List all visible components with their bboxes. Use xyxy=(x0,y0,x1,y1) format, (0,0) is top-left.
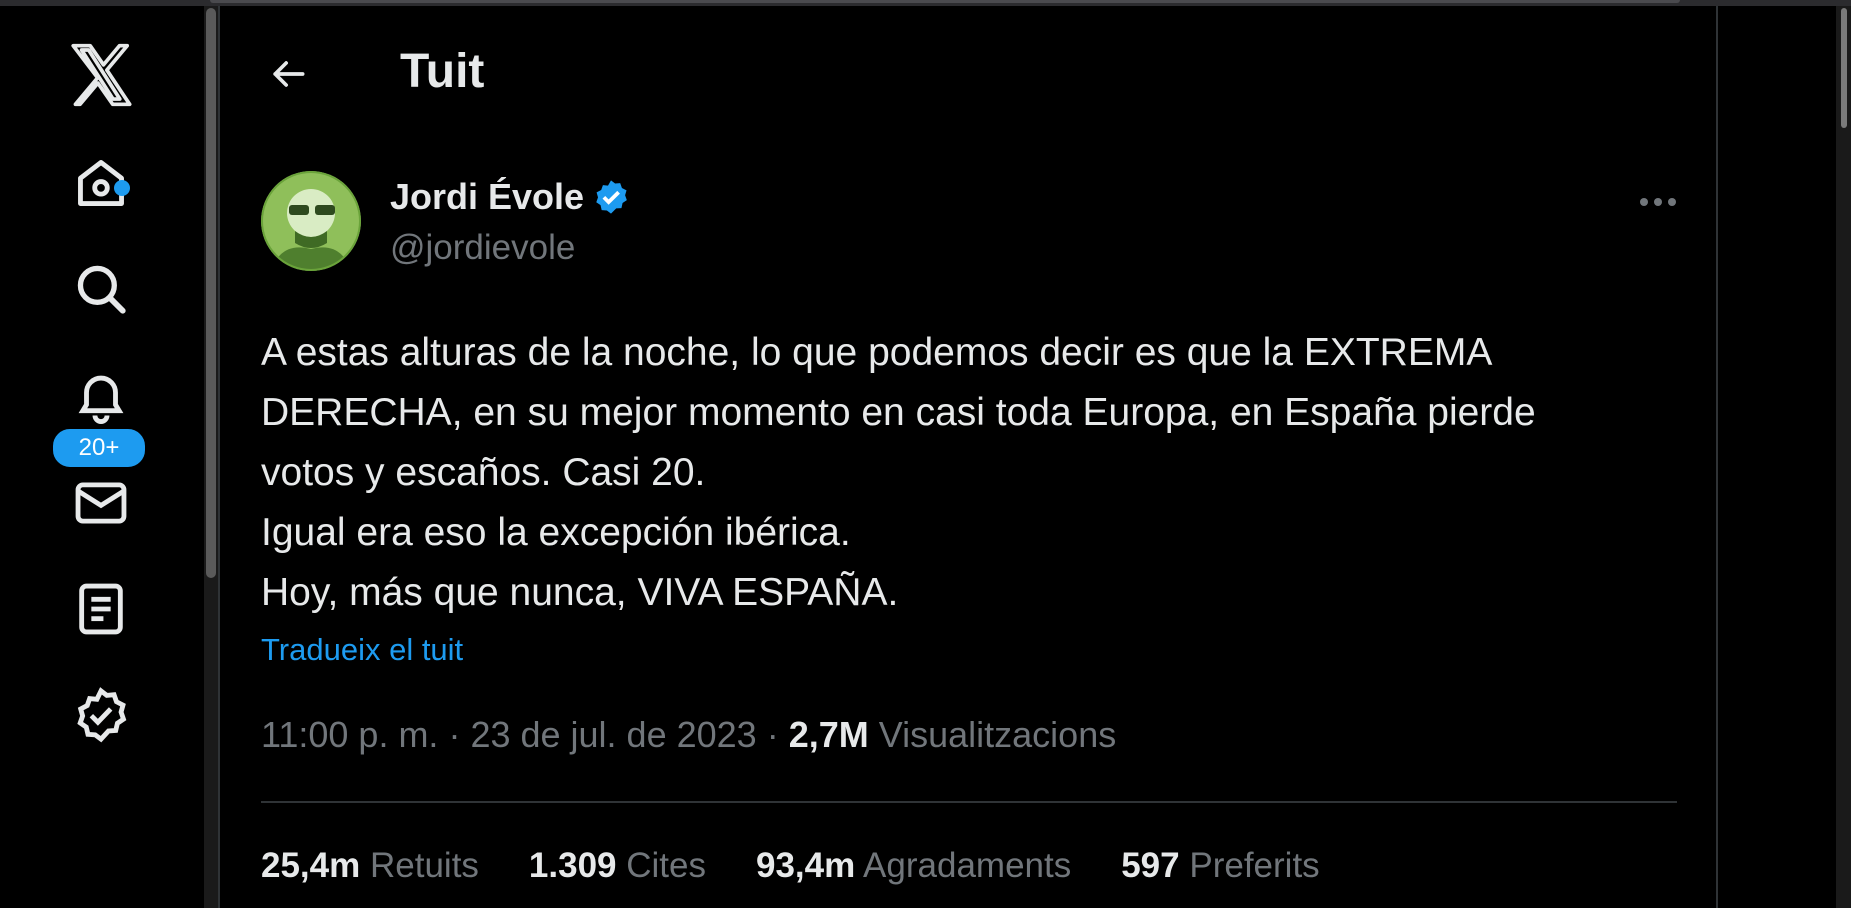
page-title: Tuit xyxy=(400,45,485,98)
likes-label: Agradaments xyxy=(863,846,1072,885)
author-handle[interactable]: @jordievole xyxy=(390,228,575,268)
quotes-count: 1.309 xyxy=(528,846,617,885)
home-unread-dot xyxy=(114,180,130,196)
search-icon xyxy=(77,265,126,314)
views-label: Visualitzacions xyxy=(878,714,1117,755)
page-scrollbar-track[interactable] xyxy=(1836,6,1851,908)
notifications-badge: 20+ xyxy=(51,427,147,469)
tweet-line: DERECHA, en su mejor momento en casi tod… xyxy=(261,391,1536,434)
avatar-image xyxy=(261,171,361,271)
nav-item-notifications[interactable] xyxy=(60,354,142,436)
browser-tab-strip xyxy=(210,0,1680,3)
page-scrollbar-thumb[interactable] xyxy=(1841,8,1847,128)
retweets-stat[interactable]: 25,4m Retuits xyxy=(261,846,479,886)
verified-badge-icon xyxy=(596,180,627,214)
avatar[interactable] xyxy=(261,171,361,271)
likes-stat[interactable]: 93,4m Agradaments xyxy=(756,846,1071,886)
nav-item-home[interactable] xyxy=(60,142,142,224)
column-border-right xyxy=(1716,6,1718,908)
tweet-header: Tuit xyxy=(220,6,1716,142)
translate-link[interactable]: Tradueix el tuit xyxy=(261,632,463,668)
bookmarks-label: Preferits xyxy=(1189,846,1320,885)
bookmarks-count: 597 xyxy=(1121,846,1180,885)
verified-icon xyxy=(77,687,127,743)
bell-icon xyxy=(78,375,124,424)
views-count: 2,7M xyxy=(788,714,869,755)
nav-item-x-logo[interactable] xyxy=(60,34,142,116)
retweets-label: Retuits xyxy=(369,846,479,885)
tweet-line: votos y escaños. Casi 20. xyxy=(261,451,706,494)
author-name-text: Jordi Évole xyxy=(390,176,585,217)
tweet-line: Hoy, más que nunca, VIVA ESPAÑA. xyxy=(261,571,899,614)
quotes-label: Cites xyxy=(626,846,706,885)
sidebar-scrollbar-thumb[interactable] xyxy=(206,8,216,578)
author-name[interactable]: Jordi Évole xyxy=(390,176,630,218)
x-logo-icon xyxy=(71,43,132,107)
bookmarks-stat[interactable]: 597 Preferits xyxy=(1121,846,1319,886)
tweet-time[interactable]: 11:00 p. m. xyxy=(261,714,438,755)
arrow-left-icon xyxy=(273,61,305,87)
more-options-button[interactable] xyxy=(1630,182,1686,222)
nav-item-search[interactable] xyxy=(60,248,142,330)
mail-icon xyxy=(75,482,127,524)
quotes-stat[interactable]: 1.309 Cites xyxy=(529,846,706,886)
tweet-metadata: 11:00 p. m. · 23 de jul. de 2023 · 2,7M … xyxy=(261,714,1117,755)
likes-count: 93,4m xyxy=(756,846,856,885)
tweet-line: Igual era eso la excepción ibérica. xyxy=(261,511,851,554)
back-button[interactable] xyxy=(260,46,316,102)
tweet-stats: 25,4m Retuits 1.309 Cites 93,4m Agradame… xyxy=(261,846,1320,886)
list-icon xyxy=(79,583,123,635)
sidebar-nav: 20+ xyxy=(0,6,204,908)
nav-item-lists[interactable] xyxy=(60,568,142,650)
retweets-count: 25,4m xyxy=(261,846,361,885)
more-icon xyxy=(1640,198,1676,206)
nav-item-messages[interactable] xyxy=(60,462,142,544)
tweet-detail: Tuit Jordi Évole @jordievole A estas alt… xyxy=(220,6,1716,908)
nav-item-verified[interactable] xyxy=(60,674,142,756)
divider xyxy=(261,801,1677,803)
tweet-text: A estas alturas de la noche, lo que pode… xyxy=(261,323,1701,623)
tweet-date[interactable]: 23 de jul. de 2023 xyxy=(470,714,756,755)
tweet-line: A estas alturas de la noche, lo que pode… xyxy=(261,331,1493,374)
